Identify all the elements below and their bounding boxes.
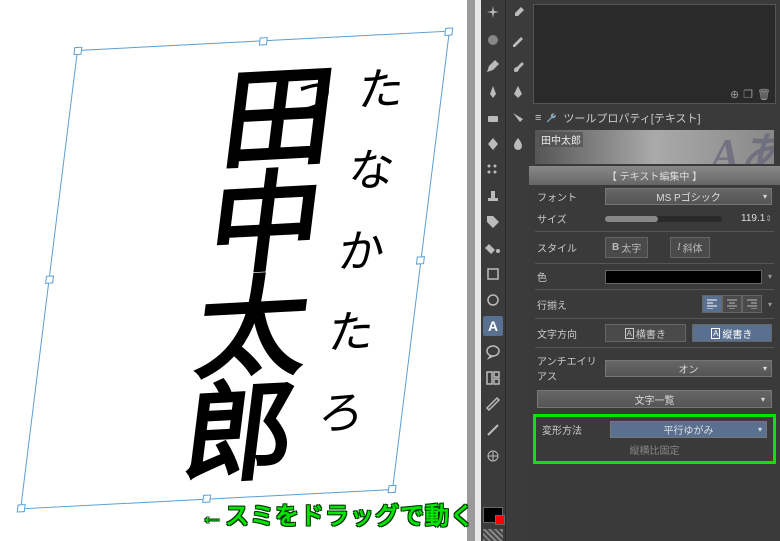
direction-label: 文字方向: [537, 326, 599, 341]
ruler-icon[interactable]: [483, 394, 503, 414]
pencil-sub-icon[interactable]: [508, 30, 528, 50]
transform-highlight: 変形方法 平行ゆがみ 縦横比固定: [533, 414, 776, 464]
adjust-icon[interactable]: [483, 446, 503, 466]
annotation-text: ←スミをドラッグで動く: [200, 496, 475, 531]
italic-button[interactable]: I斜体: [670, 237, 709, 258]
stamp-icon[interactable]: [483, 186, 503, 206]
style-label: スタイル: [537, 240, 599, 255]
size-value[interactable]: 119.1⇕: [728, 213, 772, 224]
bucket-icon[interactable]: [483, 238, 503, 258]
char-list-button[interactable]: 文字一覧: [537, 390, 772, 408]
color-swatch[interactable]: [483, 507, 503, 523]
nib-sub-icon[interactable]: [508, 82, 528, 102]
blend-icon[interactable]: [483, 30, 503, 50]
handle-mid-left[interactable]: [45, 275, 54, 283]
tag-icon[interactable]: [483, 212, 503, 232]
handle-bot-left[interactable]: [17, 504, 26, 512]
antialias-select[interactable]: オン: [605, 360, 772, 377]
brush-sub-icon[interactable]: [508, 56, 528, 76]
menu-icon[interactable]: ≡: [535, 112, 541, 124]
color-label: 色: [537, 269, 599, 284]
toolbar-left: A: [481, 0, 505, 541]
text-preview-label: 田中太郎: [539, 132, 583, 147]
pen-icon[interactable]: [483, 56, 503, 76]
clone-icon[interactable]: ❐: [743, 88, 753, 101]
balloon-icon[interactable]: [483, 342, 503, 362]
vertical-button[interactable]: A縦書き: [692, 324, 773, 342]
align-label: 行揃え: [537, 297, 599, 312]
properties-panel: ⊕ ❐ 🗑 ≡ ツールプロパティ[テキスト] 田中太郎 Aあ 【 テキスト編集中…: [529, 0, 780, 541]
align-center-button[interactable]: [722, 295, 742, 313]
text-tool-icon[interactable]: A: [483, 316, 503, 336]
circle-icon[interactable]: [483, 290, 503, 310]
chevron-down-icon[interactable]: ▾: [768, 300, 772, 309]
handle-top-left[interactable]: [73, 47, 82, 55]
horizontal-button[interactable]: A横書き: [605, 324, 686, 342]
align-left-button[interactable]: [702, 295, 722, 313]
text-preview-big: Aあ: [711, 130, 774, 164]
panel-title: ツールプロパティ[テキスト]: [563, 110, 700, 126]
svg-text:A: A: [488, 318, 498, 334]
ratio-lock-label: 縦横比固定: [630, 442, 680, 457]
size-slider[interactable]: [605, 216, 722, 222]
trash-icon[interactable]: 🗑: [757, 88, 771, 101]
frame-icon[interactable]: [483, 368, 503, 388]
handle-bot-right[interactable]: [388, 485, 397, 493]
knife-icon[interactable]: [508, 108, 528, 128]
plus-icon[interactable]: ⊕: [730, 88, 739, 101]
eraser-icon[interactable]: [483, 108, 503, 128]
font-select[interactable]: MS Pゴシック: [605, 188, 772, 205]
panel-header: ≡ ツールプロパティ[テキスト]: [529, 108, 780, 128]
size-label: サイズ: [537, 211, 599, 226]
color-picker[interactable]: [605, 270, 762, 284]
canvas-edge: [467, 0, 475, 541]
transform-select[interactable]: 平行ゆがみ: [610, 421, 767, 438]
bold-button[interactable]: B太字: [605, 237, 648, 258]
eyedropper-icon[interactable]: [508, 4, 528, 24]
toolbar-right: [505, 0, 529, 541]
handle-top-right[interactable]: [444, 27, 453, 35]
square-icon[interactable]: [483, 264, 503, 284]
handle-mid-right[interactable]: [416, 256, 425, 264]
dots-icon[interactable]: [483, 160, 503, 180]
navigator-preview[interactable]: ⊕ ❐ 🗑: [533, 4, 776, 104]
nib-icon[interactable]: [483, 82, 503, 102]
text-preview: 田中太郎 Aあ: [535, 130, 774, 164]
sparkle-icon[interactable]: [483, 4, 503, 24]
wrench-icon: [545, 111, 559, 125]
diamond-icon[interactable]: [483, 134, 503, 154]
canvas[interactable]: 田中太郎 たなかたろう: [0, 0, 475, 541]
antialias-label: アンチエイリアス: [537, 353, 599, 383]
edit-mode-badge: 【 テキスト編集中 】: [529, 166, 780, 185]
line-icon[interactable]: [483, 420, 503, 440]
text-transform-box[interactable]: 田中太郎 たなかたろう: [20, 31, 450, 510]
blur-sub-icon[interactable]: [508, 134, 528, 154]
align-right-button[interactable]: [742, 295, 762, 313]
pattern-swatch[interactable]: [483, 529, 503, 541]
chevron-down-icon[interactable]: ▾: [768, 272, 772, 281]
font-label: フォント: [537, 189, 599, 204]
transform-label: 変形方法: [542, 422, 604, 437]
handle-top-mid[interactable]: [259, 37, 268, 45]
